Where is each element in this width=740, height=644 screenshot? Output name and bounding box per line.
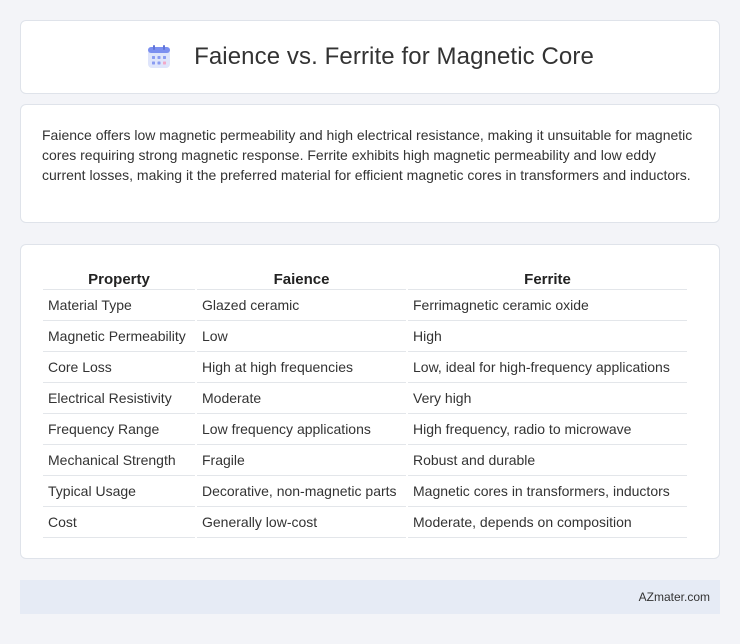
cell-property: Material Type [43, 290, 195, 321]
cell-faience: High at high frequencies [197, 352, 406, 383]
cell-faience: Fragile [197, 445, 406, 476]
table-row: Material Type Glazed ceramic Ferrimagnet… [43, 290, 687, 321]
cell-faience: Moderate [197, 383, 406, 414]
cell-property: Mechanical Strength [43, 445, 195, 476]
cell-ferrite: Magnetic cores in transformers, inductor… [408, 476, 687, 507]
cell-property: Cost [43, 507, 195, 538]
footer-site-link[interactable]: AZmater.com [639, 590, 710, 604]
column-header-ferrite: Ferrite [408, 264, 687, 290]
title-card: Faience vs. Ferrite for Magnetic Core [20, 20, 720, 94]
cell-property: Core Loss [43, 352, 195, 383]
cell-property: Frequency Range [43, 414, 195, 445]
cell-ferrite: Very high [408, 383, 687, 414]
cell-ferrite: High frequency, radio to microwave [408, 414, 687, 445]
page-title: Faience vs. Ferrite for Magnetic Core [194, 43, 594, 70]
title-row: Faience vs. Ferrite for Magnetic Core [146, 43, 594, 71]
table-header-row: Property Faience Ferrite [43, 264, 687, 290]
cell-faience: Glazed ceramic [197, 290, 406, 321]
summary-card: Faience offers low magnetic permeability… [20, 104, 720, 223]
cell-ferrite: Moderate, depends on composition [408, 507, 687, 538]
cell-faience: Generally low-cost [197, 507, 406, 538]
cell-faience: Low [197, 321, 406, 352]
cell-ferrite: High [408, 321, 687, 352]
cell-faience: Decorative, non-magnetic parts [197, 476, 406, 507]
cell-ferrite: Low, ideal for high-frequency applicatio… [408, 352, 687, 383]
cell-property: Typical Usage [43, 476, 195, 507]
cell-property: Magnetic Permeability [43, 321, 195, 352]
summary-text: Faience offers low magnetic permeability… [42, 127, 693, 183]
table-row: Magnetic Permeability Low High [43, 321, 687, 352]
comparison-table: Property Faience Ferrite Material Type G… [41, 264, 689, 538]
table-row: Electrical Resistivity Moderate Very hig… [43, 383, 687, 414]
cell-faience: Low frequency applications [197, 414, 406, 445]
comparison-card: Property Faience Ferrite Material Type G… [20, 244, 720, 559]
table-row: Mechanical Strength Fragile Robust and d… [43, 445, 687, 476]
table-row: Typical Usage Decorative, non-magnetic p… [43, 476, 687, 507]
table-row: Frequency Range Low frequency applicatio… [43, 414, 687, 445]
column-header-property: Property [43, 264, 195, 290]
calendar-icon [146, 44, 172, 70]
footer: AZmater.com [20, 580, 720, 614]
table-row: Core Loss High at high frequencies Low, … [43, 352, 687, 383]
column-header-faience: Faience [197, 264, 406, 290]
table-row: Cost Generally low-cost Moderate, depend… [43, 507, 687, 538]
cell-ferrite: Ferrimagnetic ceramic oxide [408, 290, 687, 321]
cell-ferrite: Robust and durable [408, 445, 687, 476]
cell-property: Electrical Resistivity [43, 383, 195, 414]
